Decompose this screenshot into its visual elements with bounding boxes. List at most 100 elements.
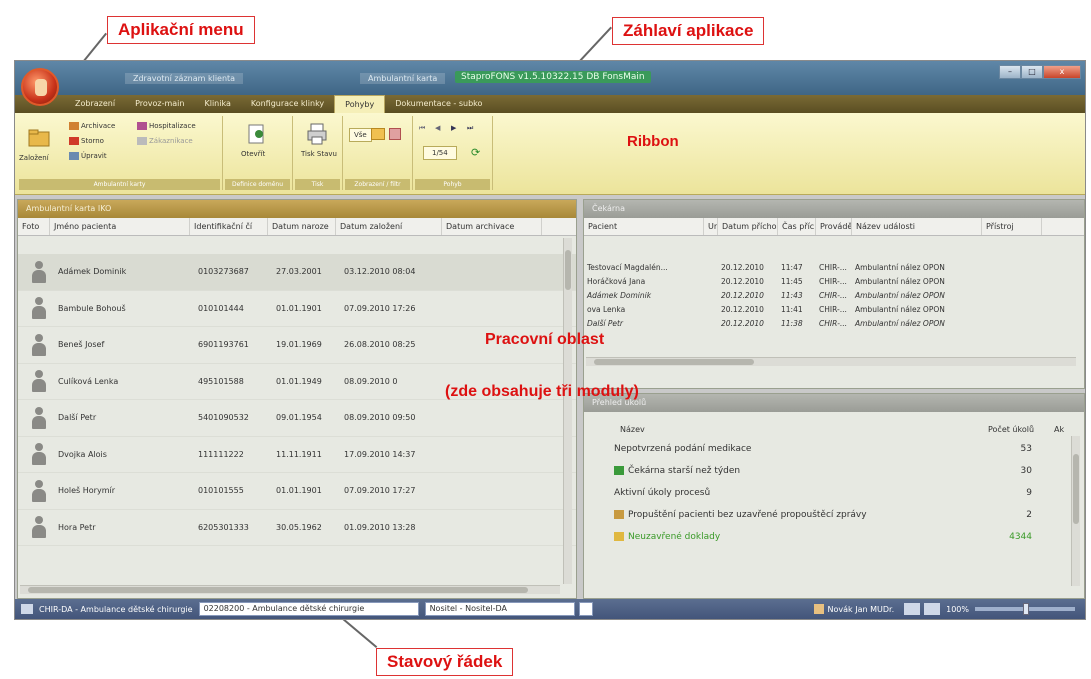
ribbon-group-label: Tisk [295,179,340,190]
patient-name: Beneš Josef [58,340,105,350]
tab-5[interactable]: Dokumentace - subko [385,95,492,113]
waiting-room-horizontal-scrollbar[interactable] [586,357,1076,366]
close-button[interactable]: x [1043,65,1081,79]
view-icon[interactable] [924,603,941,615]
carrier-select[interactable]: Nositel - Nositel-DA [424,602,575,616]
first-record-button[interactable]: ⏮ [419,124,425,133]
next-record-button[interactable]: ▶ [451,124,456,132]
task-row[interactable]: Čekárna starší než týden 30 [584,460,1084,482]
column-task-active[interactable]: Ak [1054,425,1084,434]
print-button[interactable]: Tisk Stavu [301,150,337,158]
status-department[interactable]: CHIR-DA - Ambulance dětské chirurgie [39,605,193,614]
column-task-count[interactable]: Počet úkolů [988,425,1054,434]
column-arrival-date[interactable]: Datum přícho [718,218,778,235]
tab-4[interactable]: Pohyby [334,95,386,113]
queue-event: Ambulantní nález OPON [855,262,945,272]
scroll-thumb[interactable] [28,587,528,593]
list-item[interactable]: Adámek Dominik 20.12.2010 11:43 CHIR-... Amb… [584,288,1084,302]
status-user[interactable]: Novák Jan MUDr. [828,605,895,614]
tasks-panel: Přehled úkolů Název Počet úkolů Ak Nepot… [583,393,1085,599]
table-row[interactable]: Další Petr 5401090532 09.01.1954 08.09.2010… [18,400,576,437]
table-row[interactable]: Holeš Horymír 010101555 01.01.1901 07.09.20… [18,473,576,510]
zoom-slider-thumb[interactable] [1023,603,1029,615]
callout-app-menu: Aplikační menu [107,16,255,44]
callout-work-area-note: (zde obsahuje tři moduly) [445,383,639,400]
layout-icon[interactable] [904,603,921,615]
column-task-name[interactable]: Název [620,425,988,434]
column-arrival-time[interactable]: Čas příc [778,218,816,235]
folder-icon[interactable] [27,126,51,150]
column-birth[interactable]: Datum naroze [268,218,336,235]
hospital-icon [137,122,147,130]
callout-status-bar: Stavový řádek [376,648,514,676]
printer-icon[interactable] [305,122,329,146]
column-id[interactable]: Identifikační čí [190,218,268,235]
create-button[interactable]: Založení [19,154,49,162]
column-photo[interactable]: Foto [18,218,50,235]
column-event-name[interactable]: Název události [852,218,982,235]
column-urgency[interactable]: Ur [704,218,718,235]
column-device[interactable]: Přístroj [982,218,1042,235]
column-created[interactable]: Datum založení [336,218,442,235]
title-tab-record[interactable]: Zdravotní záznam klienta [125,73,244,84]
record-pager[interactable]: 1/54 [423,146,457,160]
tasks-vertical-scrollbar[interactable] [1071,436,1080,586]
application-menu-button[interactable] [21,68,59,106]
filter-toggle[interactable] [371,128,385,140]
tab-1[interactable]: Provoz-main [125,95,194,113]
ambulance-vertical-scrollbar[interactable] [563,238,572,584]
filter-all-select[interactable]: Vše [349,128,372,142]
table-row[interactable]: Bambule Bohouš 010101444 01.01.1901 07.09.2… [18,291,576,327]
refresh-icon[interactable]: ⟳ [471,146,480,159]
queue-patient: ova Lenka [587,304,626,314]
patient-id: 010101444 [198,303,244,313]
workplace-select[interactable]: 02208200 - Ambulance dětské chirurgie [198,602,419,616]
column-performer[interactable]: Prováděj [816,218,852,235]
queue-performer: CHIR-... [819,290,848,300]
maximize-button[interactable]: □ [1021,65,1043,79]
scroll-thumb[interactable] [565,250,571,290]
more-button[interactable] [578,602,593,616]
scroll-thumb[interactable] [594,359,754,365]
task-row[interactable]: Neuzavřené doklady 4344 [584,526,1084,548]
task-count: 4344 [1009,532,1032,542]
task-name: Aktivní úkoly procesů [614,488,711,498]
ambulance-horizontal-scrollbar[interactable] [20,585,560,594]
tab-0[interactable]: Zobrazení [65,95,125,113]
table-row[interactable]: Hora Petr 6205301333 30.05.1962 01.09.2010 … [18,510,576,546]
filter-clear-icon[interactable] [389,128,401,140]
scroll-thumb[interactable] [1073,454,1079,524]
list-item[interactable]: Horáčková Jana 20.12.2010 11:45 CHIR-... Amb… [584,274,1084,288]
card-created-date: 01.09.2010 13:28 [344,522,416,532]
tab-2[interactable]: Klinika [194,95,240,113]
table-row[interactable]: Dvojka Alois 111111222 11.11.1911 17.09.201… [18,437,576,473]
tab-3[interactable]: Konfigurace klinky [241,95,334,113]
column-archived[interactable]: Datum archivace [442,218,542,235]
last-record-button[interactable]: ⏭ [467,124,473,133]
open-button[interactable]: Otevřít [241,150,265,158]
task-row[interactable]: Nepotvrzená podání medikace 53 [584,438,1084,460]
customers-label: Zákazníkace [149,137,193,145]
list-item[interactable]: Další Petr 20.12.2010 11:38 CHIR-... Ambulan… [584,316,1084,330]
previous-record-button[interactable]: ◀ [435,124,440,132]
minimize-button[interactable]: – [999,65,1021,79]
table-row[interactable]: Adámek Dominik 0103273687 27.03.2001 03.12.… [18,254,576,291]
list-item[interactable]: ova Lenka 20.12.2010 11:41 CHIR-... Ambulant… [584,302,1084,316]
archive-button[interactable]: Archivace [69,122,115,130]
patient-birth-date: 01.01.1901 [276,486,322,496]
column-patient[interactable]: Pacient [584,218,704,235]
ambulance-column-headers: Foto Jméno pacienta Identifikační čí Dat… [18,218,576,236]
list-item[interactable]: Testovací Magdalén... 20.12.2010 11:47 CHIR… [584,260,1084,274]
edit-button[interactable]: Úpravit [69,152,107,160]
task-row[interactable]: Propuštění pacienti bez uzavřené propouš… [584,504,1084,526]
zoom-slider[interactable] [975,603,1075,615]
column-patient-name[interactable]: Jméno pacienta [50,218,190,235]
document-person-icon[interactable] [245,122,269,146]
customers-button[interactable]: Zákazníkace [137,137,193,145]
queue-date: 20.12.2010 [721,318,764,328]
app-window: Zdravotní záznam klienta Ambulantní kart… [14,60,1086,620]
title-tab-card[interactable]: Ambulantní karta [360,73,446,84]
task-row[interactable]: Aktivní úkoly procesů 9 [584,482,1084,504]
cancel-button[interactable]: Storno [69,137,104,145]
hospitalize-button[interactable]: Hospitalizace [137,122,196,130]
